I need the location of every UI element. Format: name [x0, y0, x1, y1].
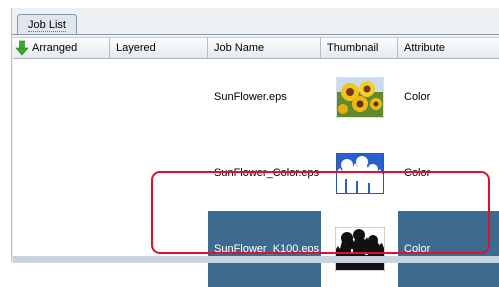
job-name-text: SunFlower_K100.eps [214, 243, 320, 255]
tab-divider [12, 34, 499, 35]
sunflower-silhouette-blue-thumbnail-icon [336, 152, 384, 194]
attribute-text: Color [404, 167, 431, 179]
attribute-text: Color [404, 91, 431, 103]
column-header-arranged[interactable]: Arranged [13, 38, 110, 58]
job-name-text: SunFlower_Color.eps [214, 167, 320, 179]
job-name-text: SunFlower.eps [214, 91, 287, 103]
column-label-attribute: Attribute [404, 42, 445, 54]
tab-job-list-label: Job List [28, 18, 66, 32]
table-header: Arranged Layered Job Name Thumbnail Attr… [13, 38, 499, 59]
sunflower-black-silhouette-thumbnail-icon [335, 227, 385, 271]
thumbnail-cell [322, 135, 398, 211]
job-name-cell: SunFlower.eps [208, 59, 321, 135]
column-label-layered: Layered [116, 42, 156, 54]
table-row[interactable]: SunFlower_Color.eps Color [13, 135, 499, 211]
column-label-thumbnail: Thumbnail [327, 42, 379, 54]
attribute-cell: Color [398, 59, 499, 135]
column-header-job-name[interactable]: Job Name [208, 38, 321, 58]
thumbnail-cell [322, 211, 398, 287]
column-header-attribute[interactable]: Attribute [398, 38, 499, 58]
table-row-selected[interactable]: SunFlower_K100.eps Color [13, 211, 499, 287]
tab-job-list[interactable]: Job List [17, 14, 77, 35]
job-list-panel: Job List Arranged Layered Job Name Thumb… [11, 8, 499, 287]
column-header-layered[interactable]: Layered [110, 38, 208, 58]
column-label-job-name: Job Name [214, 42, 265, 54]
sort-down-arrow-icon [15, 40, 29, 56]
attribute-cell: Color [398, 211, 499, 287]
thumbnail-cell [322, 59, 398, 135]
job-name-cell: SunFlower_K100.eps [208, 211, 321, 287]
attribute-cell: Color [398, 135, 499, 211]
job-table: Arranged Layered Job Name Thumbnail Attr… [13, 37, 499, 287]
job-name-cell: SunFlower_Color.eps [208, 135, 321, 211]
column-label-arranged: Arranged [32, 42, 78, 54]
attribute-text: Color [404, 243, 431, 255]
column-header-thumbnail[interactable]: Thumbnail [321, 38, 398, 58]
table-row[interactable]: SunFlower.eps Color [13, 59, 499, 135]
sunflower-color-thumbnail-icon [336, 76, 384, 118]
